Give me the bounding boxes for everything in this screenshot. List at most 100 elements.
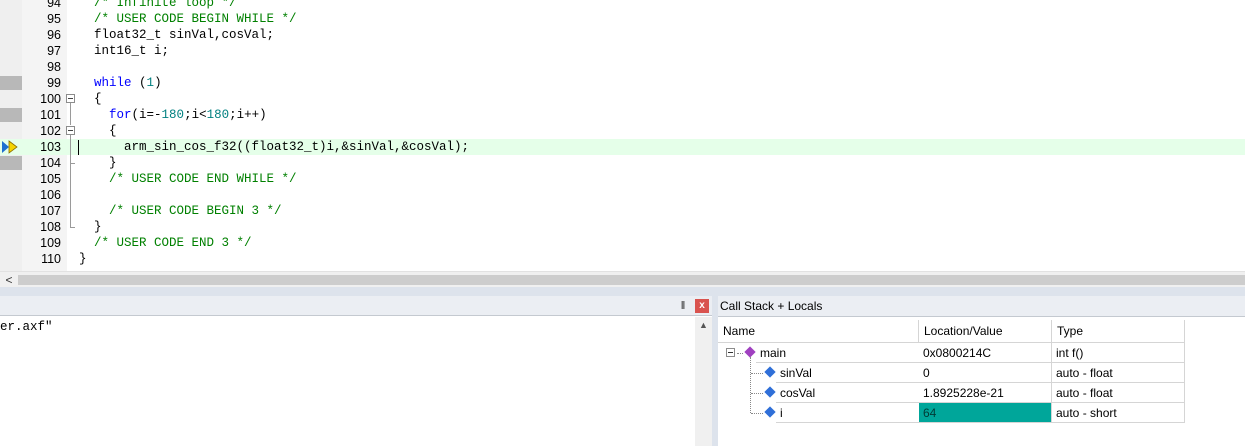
fold-guide-line (70, 171, 71, 227)
code-text[interactable]: /* Infinite loop */ (79, 0, 237, 11)
line-number: 108 (40, 220, 61, 234)
call-stack-panel-titlebar: Call Stack + Locals (718, 296, 1245, 317)
code-line[interactable]: 107 /* USER CODE BEGIN 3 */ (0, 203, 1245, 219)
column-header-type[interactable]: Type (1052, 320, 1185, 343)
keyword: for (109, 108, 132, 122)
code-text[interactable]: { (79, 91, 102, 107)
local-name: main (756, 343, 919, 363)
comment: /* USER CODE END 3 */ (79, 236, 252, 250)
code-text[interactable]: float32_t sinVal,cosVal; (79, 27, 274, 43)
code-token: } (79, 252, 87, 266)
fold-collapse-icon[interactable] (66, 126, 75, 135)
code-text[interactable]: arm_sin_cos_f32((float32_t)i,&sinVal,&co… (79, 139, 469, 155)
local-value[interactable]: 64 (919, 403, 1052, 423)
fold-guide-line (70, 103, 71, 125)
code-token: float32_t sinVal,cosVal; (79, 28, 275, 42)
fold-collapse-icon[interactable] (66, 94, 75, 103)
scroll-up-icon[interactable]: ▲ (695, 317, 712, 333)
local-value[interactable]: 0x0800214C (919, 343, 1052, 363)
local-name: cosVal (776, 383, 919, 403)
line-number: 110 (41, 252, 61, 266)
tree-connector-line (751, 393, 763, 394)
code-line[interactable]: 104 } (0, 155, 1245, 171)
call-stack-locals-panel: Call Stack + Locals Name Location/Value … (718, 296, 1245, 446)
line-number: 98 (47, 60, 61, 74)
code-editor[interactable]: 94 /* Infinite loop */95 /* USER CODE BE… (0, 0, 1245, 271)
code-text[interactable]: } (79, 219, 102, 235)
line-number: 105 (40, 172, 61, 186)
tree-connector-line (751, 373, 763, 374)
variable-icon (764, 366, 776, 378)
code-text[interactable]: while (1) (79, 75, 162, 91)
scrollbar-thumb[interactable] (18, 275, 1245, 285)
line-number: 100 (40, 92, 61, 106)
code-line[interactable]: 102 { (0, 123, 1245, 139)
local-variable-row[interactable]: cosVal 1.8925228e-21 auto - float (718, 383, 1185, 403)
code-text[interactable]: /* USER CODE END 3 */ (79, 235, 252, 251)
tree-connector-line (737, 353, 743, 354)
code-line[interactable]: 106 (0, 187, 1245, 203)
number-literal: 180 (161, 108, 185, 122)
code-text[interactable]: /* USER CODE BEGIN WHILE */ (79, 11, 297, 27)
code-line[interactable]: 100 { (0, 91, 1245, 107)
current-execution-arrow-icon (2, 140, 18, 154)
number-literal: 1 (146, 76, 155, 90)
line-number: 99 (47, 76, 61, 90)
code-line[interactable]: 108 } (0, 219, 1245, 235)
code-text[interactable]: /* USER CODE END WHILE */ (79, 171, 297, 187)
variable-icon (764, 406, 776, 418)
horizontal-scrollbar[interactable]: < (0, 271, 1245, 287)
stack-frame-row[interactable]: main 0x0800214C int f() (718, 343, 1185, 363)
local-value[interactable]: 1.8925228e-21 (919, 383, 1052, 403)
keyword: while (94, 76, 132, 90)
line-number: 109 (40, 236, 61, 250)
code-line[interactable]: 103 arm_sin_cos_f32((float32_t)i,&sinVal… (0, 139, 1245, 155)
code-text[interactable]: { (79, 123, 117, 139)
output-vertical-scrollbar[interactable]: ▲ (695, 317, 712, 446)
code-line[interactable]: 101 for(i=-180;i<180;i++) (0, 107, 1245, 123)
local-type: auto - float (1052, 383, 1185, 403)
code-line[interactable]: 98 (0, 59, 1245, 75)
line-number: 107 (40, 204, 61, 218)
panel-splitter[interactable] (0, 287, 1245, 296)
close-icon[interactable]: x (695, 299, 709, 313)
code-text[interactable]: } (79, 155, 117, 171)
line-number: 102 (40, 124, 61, 138)
code-line[interactable]: 105 /* USER CODE END WHILE */ (0, 171, 1245, 187)
code-token: arm_sin_cos_f32((float32_t)i,&sinVal,&co… (79, 140, 470, 154)
comment: /* USER CODE BEGIN 3 */ (79, 204, 282, 218)
tree-connector-line (751, 413, 763, 414)
code-line[interactable]: 97 int16_t i; (0, 43, 1245, 59)
code-text[interactable]: int16_t i; (79, 43, 169, 59)
local-value[interactable]: 0 (919, 363, 1052, 383)
code-line[interactable]: 95 /* USER CODE BEGIN WHILE */ (0, 11, 1245, 27)
code-token: { (79, 124, 117, 138)
code-token: } (79, 220, 102, 234)
code-line[interactable]: 110} (0, 251, 1245, 267)
code-text[interactable]: for(i=-180;i<180;i++) (79, 107, 267, 123)
fold-end-marker (70, 163, 75, 164)
local-type: int f() (1052, 343, 1185, 363)
local-variable-row[interactable]: i 64 auto - short (718, 403, 1185, 423)
code-line[interactable]: 109 /* USER CODE END 3 */ (0, 235, 1245, 251)
local-name: i (776, 403, 919, 423)
code-token: ) (154, 76, 162, 90)
code-line[interactable]: 94 /* Infinite loop */ (0, 0, 1245, 11)
code-text[interactable]: } (79, 251, 87, 267)
collapse-tree-icon[interactable] (726, 348, 735, 357)
code-line[interactable]: 99 while (1) (0, 75, 1245, 91)
scroll-left-icon[interactable]: < (2, 272, 16, 288)
column-header-name[interactable]: Name (718, 320, 919, 343)
local-variable-row[interactable]: sinVal 0 auto - float (718, 363, 1185, 383)
column-header-location-value[interactable]: Location/Value (919, 320, 1052, 343)
code-token: { (79, 92, 102, 106)
code-text[interactable]: /* USER CODE BEGIN 3 */ (79, 203, 282, 219)
line-number: 103 (40, 140, 61, 154)
line-number: 101 (40, 108, 61, 122)
code-token: ;i< (184, 108, 207, 122)
code-token: (i=- (131, 108, 162, 122)
code-line[interactable]: 96 float32_t sinVal,cosVal; (0, 27, 1245, 43)
pin-icon[interactable]: ‖ (677, 300, 689, 312)
